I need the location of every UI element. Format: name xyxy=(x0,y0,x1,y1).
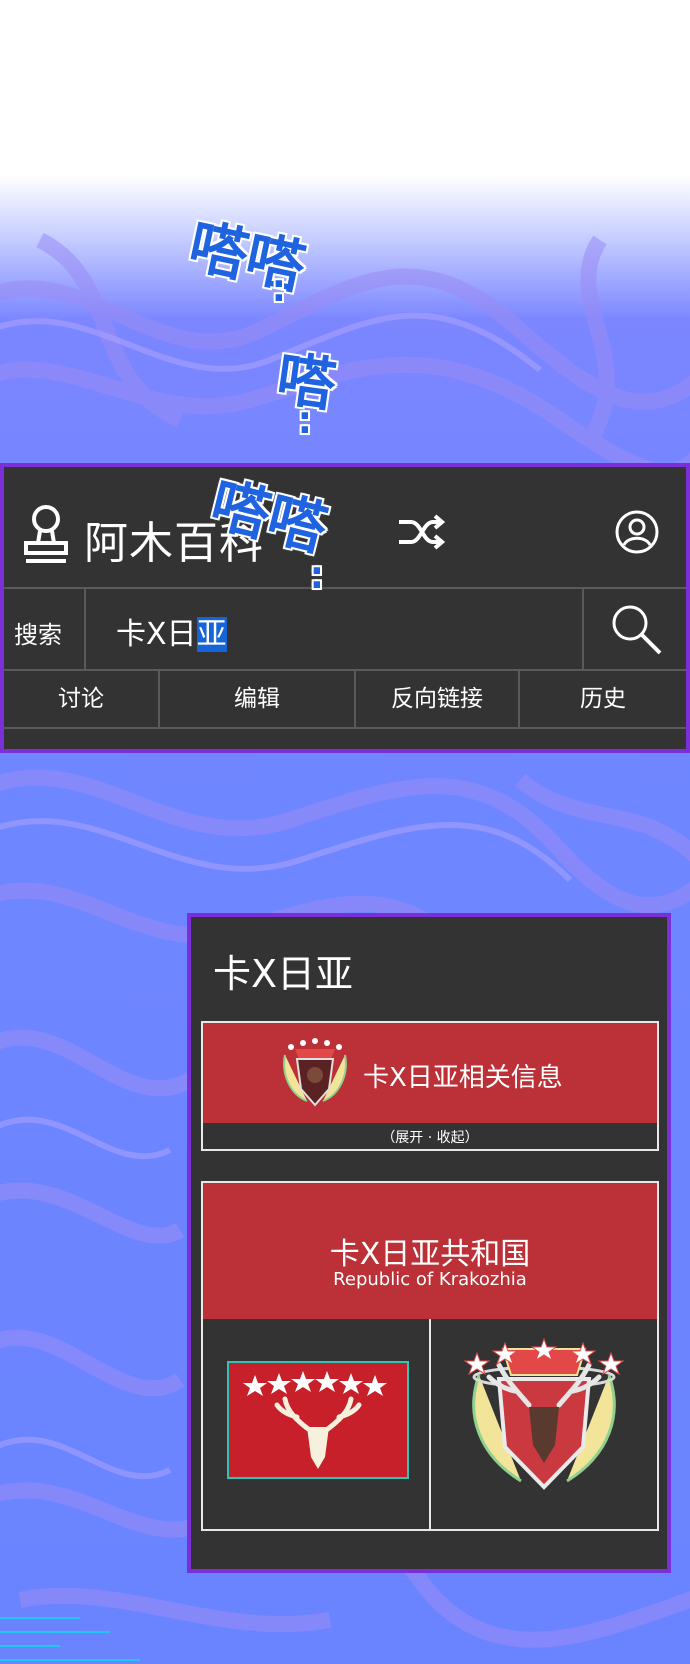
search-text-selected: 亚 xyxy=(196,617,227,652)
user-account-icon[interactable] xyxy=(614,509,660,555)
article-title: 卡X日亚 xyxy=(213,952,354,996)
related-info-box[interactable]: 卡X日亚相关信息 （展开 · 收起） xyxy=(201,1021,659,1151)
sfx-dots-2: · · xyxy=(297,396,314,451)
search-text-plain: 卡X日 xyxy=(116,617,197,652)
tab-discussion[interactable]: 讨论 xyxy=(4,671,160,727)
related-info-banner[interactable]: 卡X日亚相关信息 xyxy=(203,1023,657,1123)
search-row: 搜索 卡X日亚 xyxy=(4,589,686,671)
tab-backlinks[interactable]: 反向链接 xyxy=(356,671,520,727)
wiki-window: 阿木百科 搜索 卡X日亚 讨论 编辑 反向链接 历史 xyxy=(0,463,690,753)
coat-of-arms-small-icon xyxy=(283,1038,347,1107)
country-name-english: Republic of Krakozhia xyxy=(333,1269,527,1290)
stamp-logo-icon[interactable] xyxy=(22,503,70,565)
decorative-scanlines xyxy=(0,1617,140,1661)
sfx-dots-3: · · xyxy=(309,551,326,606)
article-panel: 卡X日亚 卡X日亚相关信息 （展开 · 收起） 卡X日亚共和国 Republic… xyxy=(187,913,671,1573)
shuffle-random-icon[interactable] xyxy=(397,512,445,552)
search-input[interactable]: 卡X日亚 xyxy=(84,589,584,669)
sfx-dots-1: · · xyxy=(271,264,288,319)
search-icon[interactable] xyxy=(604,597,668,661)
search-input-text[interactable]: 卡X日亚 xyxy=(116,609,227,653)
tab-edit[interactable]: 编辑 xyxy=(160,671,356,727)
tab-history[interactable]: 历史 xyxy=(520,671,686,727)
infobox-divider xyxy=(429,1319,431,1529)
country-name-banner: 卡X日亚共和国 Republic of Krakozhia xyxy=(203,1183,657,1319)
sfx-tapping-1: 嗒嗒 xyxy=(182,199,314,305)
search-label: 搜索 xyxy=(14,621,62,649)
sfx-text-1: 嗒嗒 xyxy=(182,210,313,304)
wiki-header: 阿木百科 xyxy=(4,467,686,589)
expand-collapse-toggle[interactable]: （展开 · 收起） xyxy=(203,1127,657,1147)
country-infobox: 卡X日亚共和国 Republic of Krakozhia xyxy=(201,1181,659,1531)
coat-of-arms-image xyxy=(463,1337,625,1490)
wiki-tabs: 讨论 编辑 反向链接 历史 xyxy=(4,671,686,729)
national-flag-image xyxy=(227,1361,409,1479)
related-info-label: 卡X日亚相关信息 xyxy=(363,1063,563,1093)
country-name: 卡X日亚共和国 xyxy=(329,1237,531,1272)
